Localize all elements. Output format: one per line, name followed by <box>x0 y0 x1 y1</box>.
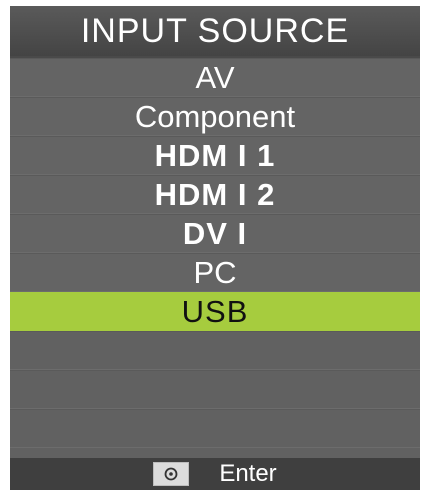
source-item-hdmi2[interactable]: HDM I 2 <box>10 175 420 214</box>
empty-row <box>10 370 420 409</box>
source-item-usb[interactable]: USB <box>10 292 420 331</box>
empty-row <box>10 409 420 448</box>
empty-row <box>10 331 420 370</box>
source-item-dvi[interactable]: DV I <box>10 214 420 253</box>
input-source-menu: INPUT SOURCE AV Component HDM I 1 HDM I … <box>10 6 420 490</box>
source-item-component[interactable]: Component <box>10 97 420 136</box>
enter-label: Enter <box>219 460 277 487</box>
menu-footer: Enter <box>10 458 420 490</box>
menu-title: INPUT SOURCE <box>10 6 420 58</box>
source-item-av[interactable]: AV <box>10 58 420 97</box>
source-list: AV Component HDM I 1 HDM I 2 DV I PC USB <box>10 58 420 448</box>
source-item-hdmi1[interactable]: HDM I 1 <box>10 136 420 175</box>
source-item-pc[interactable]: PC <box>10 253 420 292</box>
ok-button-icon <box>153 462 190 486</box>
